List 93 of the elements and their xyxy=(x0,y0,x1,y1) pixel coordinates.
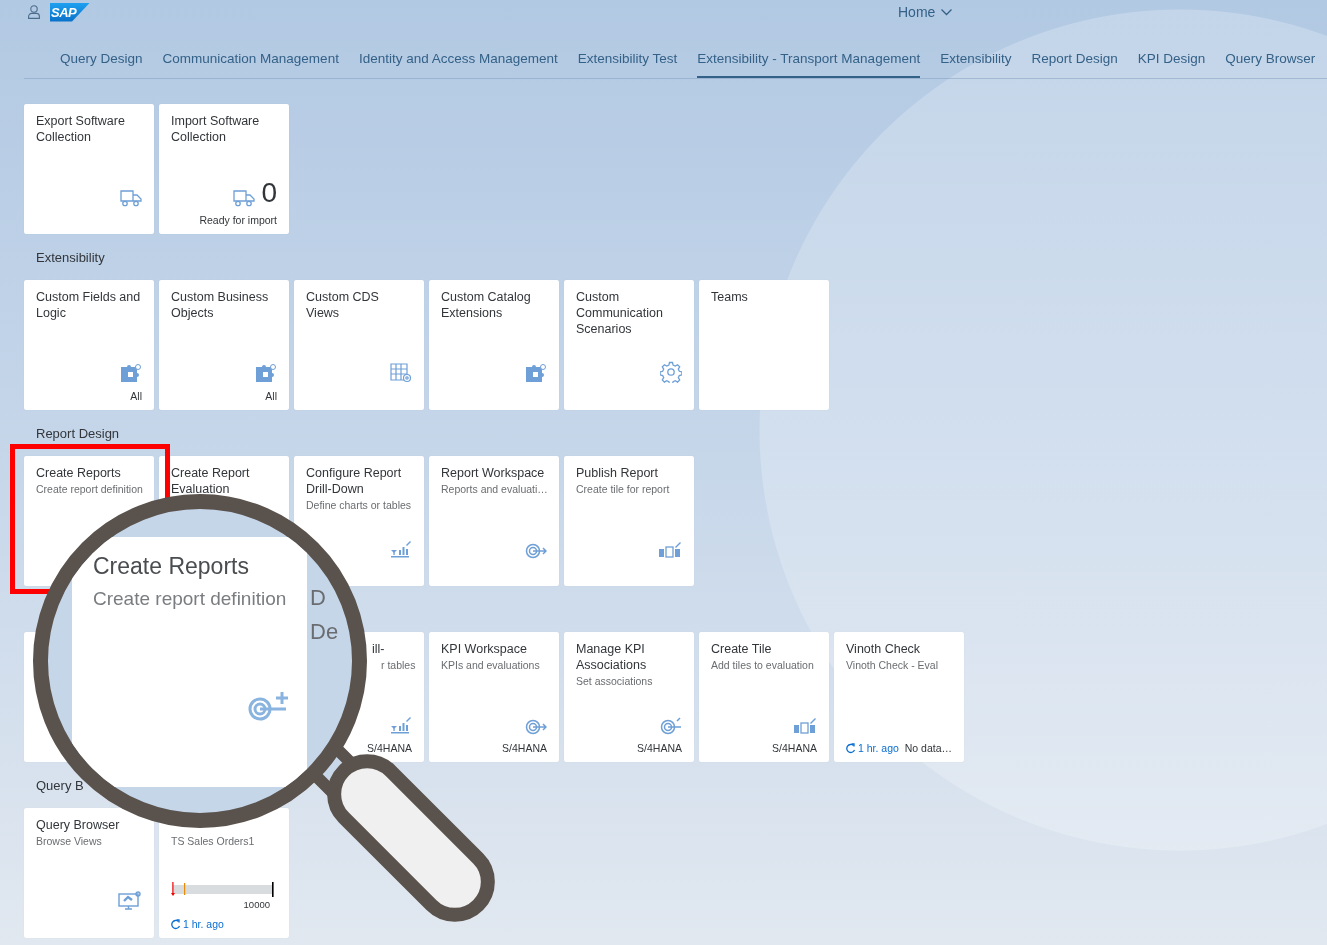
app-tile[interactable]: Vinoth Check Vinoth Check - Eval 1 hr. ago No data… xyxy=(834,632,964,762)
app-tile[interactable]: Custom Communication Scenarios xyxy=(564,280,694,410)
tile-title: Configure Report Drill-Down xyxy=(306,465,403,497)
app-tile[interactable]: Teams xyxy=(699,280,829,410)
truck-icon xyxy=(120,189,142,207)
app-tile[interactable]: Query Browser Browse Views xyxy=(24,808,154,938)
app-tile[interactable]: KPI Workspace KPIs and evaluations S/4HANA xyxy=(429,632,559,762)
app-tile[interactable]: Custom Fields and Logic All xyxy=(24,280,154,410)
tile-footer: All xyxy=(265,389,277,403)
tile-footer: S/4HANA xyxy=(367,741,412,755)
magnified-text: De xyxy=(310,619,339,645)
tile-title: Custom Catalog Extensions xyxy=(441,289,532,321)
group-title: Query B xyxy=(36,778,84,793)
tile-subtitle: Reports and evaluati… xyxy=(441,482,547,497)
tab[interactable]: KPI Design xyxy=(1137,40,1206,78)
tile-title: Query Browser xyxy=(36,817,121,833)
tab[interactable]: Communication Management xyxy=(162,40,339,78)
tile-subtitle: Set associations xyxy=(576,674,654,689)
monitor-icon xyxy=(118,891,142,911)
tab[interactable]: Query Design xyxy=(60,40,143,78)
tile-subtitle: Vinoth Check - Eval xyxy=(846,658,940,673)
app-tile[interactable]: Publish Report Create tile for report xyxy=(564,456,694,586)
tiles-pencil-icon xyxy=(793,717,817,735)
tile-footer: No data… xyxy=(904,741,952,755)
tab[interactable]: Extensibility - Transport Management xyxy=(697,40,921,78)
app-tile[interactable]: Create Tile Add tiles to evaluation S/4HANA xyxy=(699,632,829,762)
tile-title: Vinoth Check xyxy=(846,641,922,657)
group-title: Extensibility xyxy=(36,250,105,265)
target-icon xyxy=(525,719,547,735)
refresh-link[interactable]: 1 hr. ago xyxy=(846,741,899,755)
tab[interactable]: Extensibility xyxy=(940,40,1012,78)
app-tile[interactable]: Custom Business Objects All xyxy=(159,280,289,410)
chart-pencil-icon xyxy=(390,715,412,735)
puzzle-icon xyxy=(255,363,277,383)
app-tile[interactable]: Manage KPI Associations Set associations S/4HANA xyxy=(564,632,694,762)
tile-title: Export Software Collection xyxy=(36,113,126,145)
magnified-text: D xyxy=(310,585,326,611)
user-icon[interactable] xyxy=(28,5,40,19)
scale-label: 10000 xyxy=(243,899,270,911)
chart-pencil-icon xyxy=(390,539,412,559)
tile-subtitle: Create report definition xyxy=(36,482,142,497)
tile-footer: S/4HANA xyxy=(637,741,682,755)
tab[interactable]: Query Browser xyxy=(1225,40,1316,78)
app-tile[interactable]: Import Software Collection 0 Ready for import xyxy=(159,104,289,234)
grid-gear-icon xyxy=(390,363,412,383)
tile-subtitle: Add tiles to evaluation xyxy=(711,658,815,673)
tile-title: Publish Report xyxy=(576,465,659,481)
tile-title: Create Report Evaluation xyxy=(171,465,251,497)
settings-icon xyxy=(660,361,682,383)
tile-subtitle: Browse Views xyxy=(36,834,103,849)
chevron-down-icon xyxy=(941,8,953,16)
tile-subtitle: TS Sales Orders1 xyxy=(171,834,256,849)
tile-subtitle: Create tile for report xyxy=(576,482,671,497)
magnified-subtitle: Create report definition xyxy=(93,588,287,610)
app-tile[interactable]: Custom Catalog Extensions xyxy=(429,280,559,410)
tile-count: 0 xyxy=(261,179,277,207)
group-title: Report Design xyxy=(36,426,120,441)
tile-title: Custom Business Objects xyxy=(171,289,270,321)
tile-title: Create Tile xyxy=(711,641,773,657)
tile-title: Custom CDS Views xyxy=(306,289,380,321)
tile-subtitle: KPIs and evaluations xyxy=(441,658,541,673)
tiles-pencil-icon xyxy=(658,541,682,559)
tile-title: KPI Workspace xyxy=(441,641,528,657)
puzzle-icon xyxy=(120,363,142,383)
tile-title: Custom Communication Scenarios xyxy=(576,289,664,337)
tab[interactable]: Report Design xyxy=(1031,40,1118,78)
tile-title: Create Reports xyxy=(36,465,122,481)
app-tile[interactable]: Report Workspace Reports and evaluati… xyxy=(429,456,559,586)
tile-title: Custom Fields and Logic xyxy=(36,289,142,321)
home-menu[interactable]: Home xyxy=(898,4,953,20)
puzzle-icon xyxy=(525,363,547,383)
target-pencil-icon xyxy=(660,717,682,735)
target-plus-icon xyxy=(248,690,290,722)
target-icon xyxy=(525,543,547,559)
tab[interactable]: Extensibility Test xyxy=(577,40,678,78)
truck-icon xyxy=(233,189,256,207)
tile-footer: S/4HANA xyxy=(502,741,547,755)
tile-footer: All xyxy=(130,389,142,403)
tile-title: Manage KPI Associations xyxy=(576,641,648,673)
tile-footer: Ready for import xyxy=(199,213,277,227)
tile-title: ill- xyxy=(371,641,386,657)
refresh-icon xyxy=(171,918,181,930)
tile-footer: S/4HANA xyxy=(772,741,817,755)
logo: SAP xyxy=(50,2,90,22)
app-tile[interactable]: Export Software Collection xyxy=(24,104,154,234)
tab[interactable]: Identity and Access Management xyxy=(358,40,558,78)
refresh-link[interactable]: 1 hr. ago xyxy=(171,917,224,931)
tile-title: Report Workspace xyxy=(441,465,546,481)
tile-subtitle: Define charts or tables xyxy=(306,498,412,513)
tile-title: Teams xyxy=(711,289,749,305)
refresh-icon xyxy=(846,742,856,754)
app-tile[interactable]: Custom CDS Views xyxy=(294,280,424,410)
tile-title: Import Software Collection xyxy=(171,113,261,145)
